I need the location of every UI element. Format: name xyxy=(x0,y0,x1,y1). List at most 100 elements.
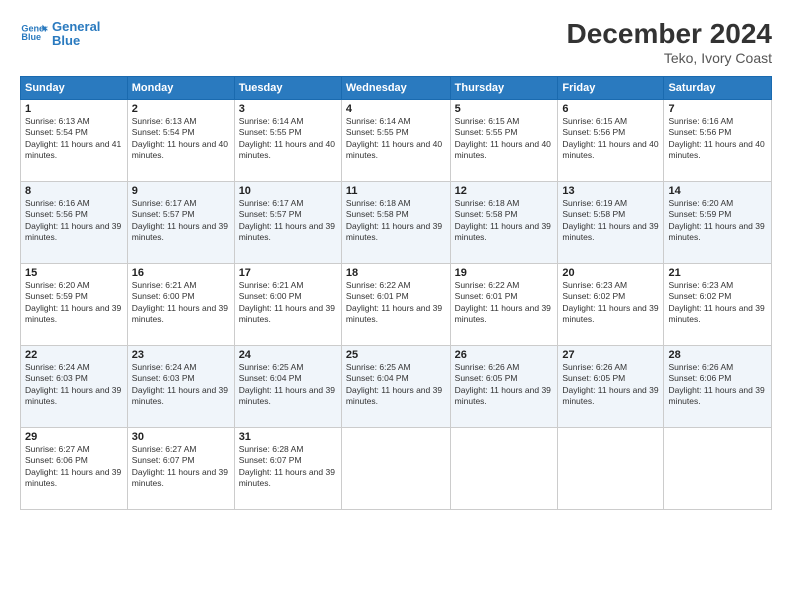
table-row: 2 Sunrise: 6:13 AMSunset: 5:54 PMDayligh… xyxy=(127,100,234,182)
table-row: 7 Sunrise: 6:16 AMSunset: 5:56 PMDayligh… xyxy=(664,100,772,182)
table-row: 19 Sunrise: 6:22 AMSunset: 6:01 PMDaylig… xyxy=(450,264,558,346)
table-row: 22 Sunrise: 6:24 AMSunset: 6:03 PMDaylig… xyxy=(21,346,128,428)
day-detail: Sunrise: 6:18 AMSunset: 5:58 PMDaylight:… xyxy=(346,198,446,244)
page: General Blue General Blue December 2024 … xyxy=(0,0,792,612)
table-row: 30 Sunrise: 6:27 AMSunset: 6:07 PMDaylig… xyxy=(127,428,234,510)
day-number: 5 xyxy=(455,103,554,115)
day-number: 17 xyxy=(239,267,337,279)
day-number: 18 xyxy=(346,267,446,279)
day-number: 10 xyxy=(239,185,337,197)
calendar-week-row: 8 Sunrise: 6:16 AMSunset: 5:56 PMDayligh… xyxy=(21,182,772,264)
day-detail: Sunrise: 6:26 AMSunset: 6:05 PMDaylight:… xyxy=(562,362,659,408)
day-number: 20 xyxy=(562,267,659,279)
table-row: 24 Sunrise: 6:25 AMSunset: 6:04 PMDaylig… xyxy=(234,346,341,428)
day-number: 26 xyxy=(455,349,554,361)
col-saturday: Saturday xyxy=(664,77,772,100)
table-row: 25 Sunrise: 6:25 AMSunset: 6:04 PMDaylig… xyxy=(341,346,450,428)
day-detail: Sunrise: 6:28 AMSunset: 6:07 PMDaylight:… xyxy=(239,444,337,490)
day-number: 12 xyxy=(455,185,554,197)
main-title: December 2024 xyxy=(567,18,772,50)
col-friday: Friday xyxy=(558,77,664,100)
table-row xyxy=(558,428,664,510)
day-detail: Sunrise: 6:18 AMSunset: 5:58 PMDaylight:… xyxy=(455,198,554,244)
day-number: 11 xyxy=(346,185,446,197)
table-row: 18 Sunrise: 6:22 AMSunset: 6:01 PMDaylig… xyxy=(341,264,450,346)
title-section: December 2024 Teko, Ivory Coast xyxy=(567,18,772,66)
table-row: 23 Sunrise: 6:24 AMSunset: 6:03 PMDaylig… xyxy=(127,346,234,428)
day-number: 6 xyxy=(562,103,659,115)
day-number: 2 xyxy=(132,103,230,115)
table-row: 8 Sunrise: 6:16 AMSunset: 5:56 PMDayligh… xyxy=(21,182,128,264)
day-number: 30 xyxy=(132,431,230,443)
day-detail: Sunrise: 6:25 AMSunset: 6:04 PMDaylight:… xyxy=(239,362,337,408)
day-detail: Sunrise: 6:15 AMSunset: 5:55 PMDaylight:… xyxy=(455,116,554,162)
table-row: 3 Sunrise: 6:14 AMSunset: 5:55 PMDayligh… xyxy=(234,100,341,182)
day-number: 23 xyxy=(132,349,230,361)
day-detail: Sunrise: 6:24 AMSunset: 6:03 PMDaylight:… xyxy=(132,362,230,408)
table-row: 6 Sunrise: 6:15 AMSunset: 5:56 PMDayligh… xyxy=(558,100,664,182)
day-detail: Sunrise: 6:27 AMSunset: 6:06 PMDaylight:… xyxy=(25,444,123,490)
day-number: 27 xyxy=(562,349,659,361)
day-detail: Sunrise: 6:17 AMSunset: 5:57 PMDaylight:… xyxy=(132,198,230,244)
day-number: 3 xyxy=(239,103,337,115)
day-detail: Sunrise: 6:23 AMSunset: 6:02 PMDaylight:… xyxy=(562,280,659,326)
logo: General Blue General Blue xyxy=(20,18,100,49)
svg-text:Blue: Blue xyxy=(21,32,41,42)
table-row: 13 Sunrise: 6:19 AMSunset: 5:58 PMDaylig… xyxy=(558,182,664,264)
day-detail: Sunrise: 6:16 AMSunset: 5:56 PMDaylight:… xyxy=(668,116,767,162)
table-row: 26 Sunrise: 6:26 AMSunset: 6:05 PMDaylig… xyxy=(450,346,558,428)
day-detail: Sunrise: 6:17 AMSunset: 5:57 PMDaylight:… xyxy=(239,198,337,244)
day-number: 8 xyxy=(25,185,123,197)
day-detail: Sunrise: 6:16 AMSunset: 5:56 PMDaylight:… xyxy=(25,198,123,244)
day-number: 21 xyxy=(668,267,767,279)
subtitle: Teko, Ivory Coast xyxy=(567,50,772,66)
day-detail: Sunrise: 6:14 AMSunset: 5:55 PMDaylight:… xyxy=(346,116,446,162)
col-monday: Monday xyxy=(127,77,234,100)
logo-icon: General Blue xyxy=(20,19,48,47)
table-row: 5 Sunrise: 6:15 AMSunset: 5:55 PMDayligh… xyxy=(450,100,558,182)
day-number: 15 xyxy=(25,267,123,279)
day-detail: Sunrise: 6:15 AMSunset: 5:56 PMDaylight:… xyxy=(562,116,659,162)
day-number: 14 xyxy=(668,185,767,197)
logo-line1: General xyxy=(52,20,100,34)
day-number: 16 xyxy=(132,267,230,279)
day-number: 22 xyxy=(25,349,123,361)
day-detail: Sunrise: 6:25 AMSunset: 6:04 PMDaylight:… xyxy=(346,362,446,408)
col-wednesday: Wednesday xyxy=(341,77,450,100)
day-number: 1 xyxy=(25,103,123,115)
table-row: 27 Sunrise: 6:26 AMSunset: 6:05 PMDaylig… xyxy=(558,346,664,428)
day-number: 13 xyxy=(562,185,659,197)
day-detail: Sunrise: 6:13 AMSunset: 5:54 PMDaylight:… xyxy=(132,116,230,162)
day-detail: Sunrise: 6:26 AMSunset: 6:05 PMDaylight:… xyxy=(455,362,554,408)
day-number: 4 xyxy=(346,103,446,115)
table-row xyxy=(664,428,772,510)
day-detail: Sunrise: 6:20 AMSunset: 5:59 PMDaylight:… xyxy=(668,198,767,244)
day-number: 31 xyxy=(239,431,337,443)
day-detail: Sunrise: 6:22 AMSunset: 6:01 PMDaylight:… xyxy=(346,280,446,326)
table-row: 29 Sunrise: 6:27 AMSunset: 6:06 PMDaylig… xyxy=(21,428,128,510)
table-row: 1 Sunrise: 6:13 AMSunset: 5:54 PMDayligh… xyxy=(21,100,128,182)
day-number: 25 xyxy=(346,349,446,361)
day-number: 9 xyxy=(132,185,230,197)
table-row: 10 Sunrise: 6:17 AMSunset: 5:57 PMDaylig… xyxy=(234,182,341,264)
table-row: 20 Sunrise: 6:23 AMSunset: 6:02 PMDaylig… xyxy=(558,264,664,346)
table-row: 11 Sunrise: 6:18 AMSunset: 5:58 PMDaylig… xyxy=(341,182,450,264)
day-detail: Sunrise: 6:13 AMSunset: 5:54 PMDaylight:… xyxy=(25,116,123,162)
table-row: 12 Sunrise: 6:18 AMSunset: 5:58 PMDaylig… xyxy=(450,182,558,264)
day-detail: Sunrise: 6:24 AMSunset: 6:03 PMDaylight:… xyxy=(25,362,123,408)
table-row: 14 Sunrise: 6:20 AMSunset: 5:59 PMDaylig… xyxy=(664,182,772,264)
table-row: 4 Sunrise: 6:14 AMSunset: 5:55 PMDayligh… xyxy=(341,100,450,182)
calendar-header-row: Sunday Monday Tuesday Wednesday Thursday… xyxy=(21,77,772,100)
day-detail: Sunrise: 6:21 AMSunset: 6:00 PMDaylight:… xyxy=(132,280,230,326)
calendar-week-row: 15 Sunrise: 6:20 AMSunset: 5:59 PMDaylig… xyxy=(21,264,772,346)
day-detail: Sunrise: 6:19 AMSunset: 5:58 PMDaylight:… xyxy=(562,198,659,244)
day-detail: Sunrise: 6:20 AMSunset: 5:59 PMDaylight:… xyxy=(25,280,123,326)
day-number: 28 xyxy=(668,349,767,361)
table-row: 31 Sunrise: 6:28 AMSunset: 6:07 PMDaylig… xyxy=(234,428,341,510)
table-row: 17 Sunrise: 6:21 AMSunset: 6:00 PMDaylig… xyxy=(234,264,341,346)
table-row: 15 Sunrise: 6:20 AMSunset: 5:59 PMDaylig… xyxy=(21,264,128,346)
day-detail: Sunrise: 6:23 AMSunset: 6:02 PMDaylight:… xyxy=(668,280,767,326)
calendar-week-row: 29 Sunrise: 6:27 AMSunset: 6:06 PMDaylig… xyxy=(21,428,772,510)
day-number: 19 xyxy=(455,267,554,279)
col-tuesday: Tuesday xyxy=(234,77,341,100)
